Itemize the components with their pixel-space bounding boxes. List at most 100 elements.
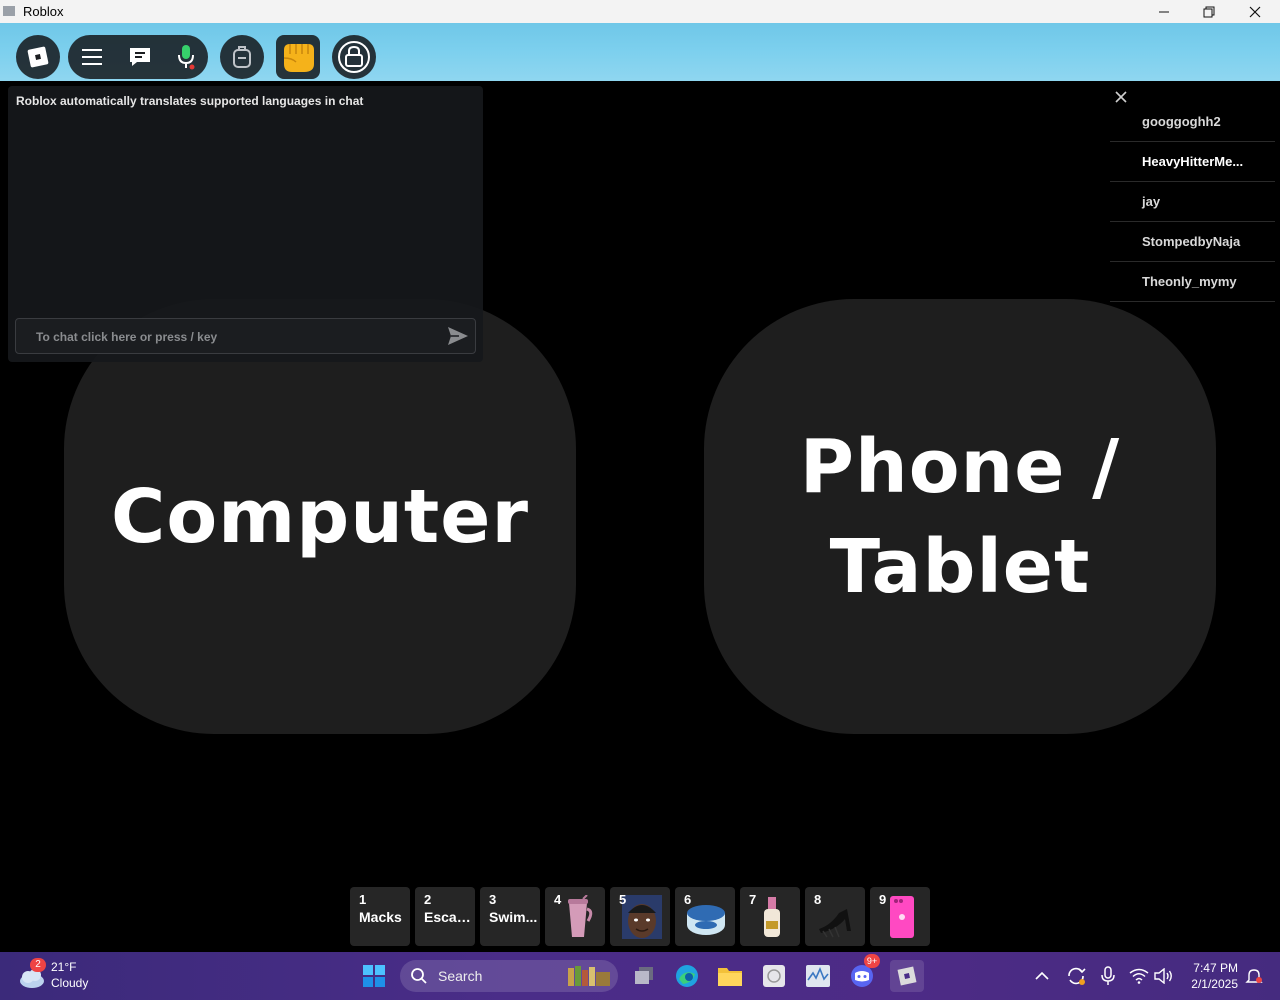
- player-list-item[interactable]: Theonly_mymy: [1110, 262, 1275, 302]
- emote-fist-button[interactable]: [276, 35, 320, 79]
- lock-icon: [338, 41, 370, 73]
- pink-phone-icon: [890, 896, 914, 938]
- roblox-app-icon: [3, 6, 15, 16]
- slot-number: 8: [814, 892, 822, 907]
- slot-name: Macks: [359, 909, 402, 925]
- slot-number: 6: [684, 892, 692, 907]
- inventory-hotbar: 1 Macks 2 Escap... 3 Swim... 4 5 6 7 8 9: [350, 887, 930, 946]
- close-window-button[interactable]: [1232, 0, 1278, 23]
- backpack-icon: [233, 46, 251, 68]
- minimize-icon: [1159, 11, 1169, 12]
- minimize-button[interactable]: [1141, 0, 1187, 23]
- weather-alert-badge: 2: [30, 958, 46, 972]
- hotbar-slot-1[interactable]: 1 Macks: [350, 887, 410, 946]
- computer-label: Computer: [111, 473, 529, 560]
- phone-tablet-choice-button[interactable]: Phone / Tablet: [704, 299, 1216, 734]
- file-explorer-button[interactable]: [714, 960, 746, 992]
- hotbar-slot-5[interactable]: 5: [610, 887, 670, 946]
- fist-icon: [283, 44, 314, 72]
- slot-name: Swim...: [489, 909, 538, 925]
- player-list-item[interactable]: googgoghh2: [1110, 102, 1275, 142]
- start-button[interactable]: [358, 960, 390, 992]
- roblox-taskbar-icon: [897, 966, 917, 986]
- roblox-taskbar-button[interactable]: [890, 960, 924, 992]
- chat-window: Roblox automatically translates supporte…: [8, 86, 483, 362]
- clock-date: 2/1/2025: [1191, 977, 1238, 991]
- slot-number: 3: [489, 892, 497, 907]
- wifi-icon: [1129, 968, 1149, 984]
- taskbar-clock[interactable]: 7:47 PM 2/1/2025: [1186, 960, 1238, 992]
- chat-input-box[interactable]: [15, 318, 476, 355]
- chevron-up-icon: [1035, 971, 1049, 980]
- player-list-item[interactable]: HeavyHitterMe...: [1110, 142, 1275, 182]
- monitor-app-button[interactable]: [802, 960, 834, 992]
- show-hidden-icons-button[interactable]: [1030, 960, 1054, 992]
- sync-icon: [1068, 967, 1086, 985]
- sync-button[interactable]: [1062, 960, 1090, 992]
- app-pinned-button[interactable]: [758, 960, 790, 992]
- speaker-icon: [1154, 968, 1172, 984]
- bottle-icon: [764, 897, 780, 937]
- wifi-button[interactable]: [1127, 960, 1151, 992]
- face-photo-icon: [622, 895, 662, 939]
- roblox-logo-icon: [27, 46, 49, 68]
- controls-group: [68, 35, 208, 79]
- discord-notification-badge: 9+: [864, 954, 880, 968]
- task-view-icon: [635, 967, 653, 984]
- hotbar-slot-8[interactable]: 8: [805, 887, 865, 946]
- restore-icon: [1203, 6, 1215, 17]
- hotbar-slot-4[interactable]: 4: [545, 887, 605, 946]
- temperature: 21°F: [51, 960, 77, 974]
- search-icon: [411, 968, 427, 984]
- folder-icon: [718, 968, 742, 986]
- taskbar-search-box[interactable]: Search: [400, 960, 618, 992]
- weather-condition: Cloudy: [51, 976, 89, 990]
- player-list-item[interactable]: jay: [1110, 182, 1275, 222]
- roblox-menu-button[interactable]: [16, 35, 60, 79]
- heels-icon: [819, 909, 851, 938]
- edge-browser-icon: [676, 965, 698, 987]
- player-list: googgoghh2 HeavyHitterMe... jay Stompedb…: [1110, 102, 1275, 302]
- phone-tablet-label: Phone / Tablet: [799, 423, 1121, 610]
- slot-number: 9: [879, 892, 887, 907]
- close-icon: [1249, 6, 1261, 17]
- hotbar-slot-2[interactable]: 2 Escap...: [415, 887, 475, 946]
- chat-input[interactable]: [34, 319, 428, 355]
- slot-name: Escap...: [424, 909, 474, 925]
- player-list-item[interactable]: StompedbyNaja: [1110, 222, 1275, 262]
- search-label: Search: [438, 968, 483, 984]
- slot-number: 4: [554, 892, 562, 907]
- shop-lock-button[interactable]: [332, 35, 376, 79]
- microphone-tray-icon: [1101, 966, 1115, 985]
- hotbar-slot-9[interactable]: 9: [870, 887, 930, 946]
- notifications-button[interactable]: [1242, 960, 1266, 992]
- send-icon[interactable]: [447, 326, 469, 346]
- window-title-bar: Roblox: [0, 0, 1280, 23]
- slot-number: 2: [424, 892, 432, 907]
- task-view-button[interactable]: [628, 960, 660, 992]
- chat-toggle-icon[interactable]: [128, 46, 152, 68]
- mic-tray-button[interactable]: [1096, 960, 1120, 992]
- windows-logo-icon: [363, 965, 385, 987]
- chat-translation-notice: Roblox automatically translates supporte…: [16, 94, 364, 108]
- volume-button[interactable]: [1152, 960, 1176, 992]
- slot-number: 7: [749, 892, 757, 907]
- hotbar-slot-7[interactable]: 7: [740, 887, 800, 946]
- books-decoration-icon: [568, 966, 610, 986]
- restore-button[interactable]: [1186, 0, 1232, 23]
- microphone-icon[interactable]: [177, 44, 195, 70]
- hamburger-menu-icon[interactable]: [81, 48, 103, 66]
- weather-widget[interactable]: 2 21°F Cloudy: [14, 958, 114, 994]
- edge-button[interactable]: [671, 960, 703, 992]
- clock-time: 7:47 PM: [1193, 961, 1238, 975]
- hotbar-slot-6[interactable]: 6: [675, 887, 735, 946]
- hotbar-slot-3[interactable]: 3 Swim...: [480, 887, 540, 946]
- tumbler-icon: [568, 895, 593, 937]
- backpack-button[interactable]: [220, 35, 264, 79]
- discord-button[interactable]: 9+: [846, 954, 880, 992]
- disk-app-icon: [763, 965, 785, 987]
- notification-bell-icon: [1245, 969, 1263, 983]
- slot-number: 1: [359, 892, 367, 907]
- activity-monitor-icon: [806, 965, 830, 987]
- computer-choice-button[interactable]: Computer: [64, 299, 576, 734]
